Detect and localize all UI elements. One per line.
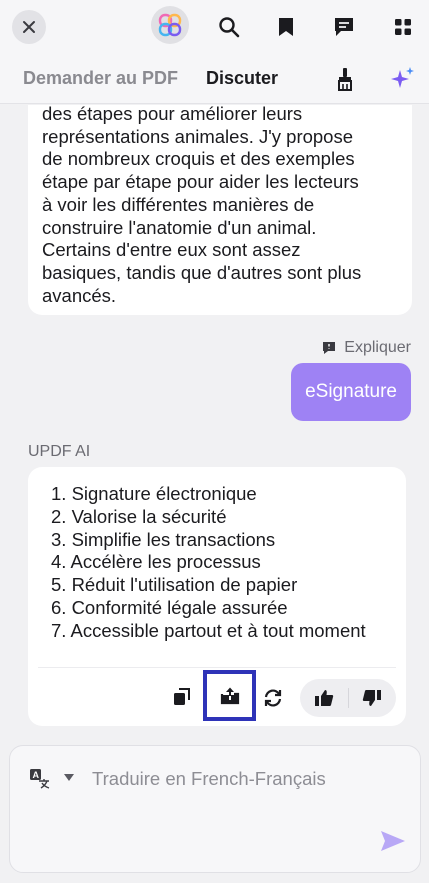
brush-icon[interactable] [330,64,360,94]
tab-chat[interactable]: Discuter [206,68,278,89]
explain-button[interactable]: Expliquer [322,337,411,359]
explain-icon [323,342,336,354]
comment-icon[interactable] [329,12,359,42]
rating-separator [348,688,349,708]
card-divider [38,667,396,668]
close-icon[interactable] [12,10,46,44]
explain-label: Expliquer [344,339,411,356]
bookmark-icon[interactable] [272,12,300,42]
prompt-input[interactable] [92,764,392,794]
export-icon[interactable] [203,670,256,721]
thumbs-up-icon[interactable] [312,686,336,710]
previous-answer-text: des étapes pour améliorer leurs représen… [42,105,402,307]
sparkle-icon[interactable] [388,64,418,94]
translate-icon[interactable]: A [29,768,51,790]
answer-line: étape par étape pour aider les lecteurs [42,171,359,193]
list-item: 6. Conformité légale assurée [51,596,288,618]
ai-answer-list: 1. Signature électronique 2. Valorise la… [51,483,401,643]
previous-answer-card: des étapes pour améliorer leurs représen… [28,105,412,315]
thumbs-down-icon[interactable] [360,686,384,710]
grid-icon[interactable] [388,12,418,42]
chat-area[interactable]: des étapes pour améliorer leurs représen… [0,105,429,740]
ai-answer-card: 1. Signature électronique 2. Valorise la… [28,467,406,726]
updf-logo-icon[interactable] [151,6,189,44]
rating-group [300,679,396,717]
user-message-bubble: eSignature [291,363,411,421]
answer-line: des étapes pour améliorer leurs [42,105,303,124]
refresh-icon[interactable] [260,685,286,711]
answer-line: à voir les différentes manières de [42,193,315,215]
copy-icon[interactable] [170,685,194,709]
tab-bar: Demander au PDF Discuter [0,54,429,104]
answer-line: Certains d'entre eux sont assez [42,239,301,261]
answer-line: de nombreux croquis et des exemples [42,148,355,170]
top-toolbar [0,0,429,54]
send-icon[interactable] [378,826,408,856]
list-item: 3. Simplifie les transactions [51,528,276,550]
list-item: 4. Accélère les processus [51,551,261,573]
ai-sender-label: UPDF AI [28,443,91,460]
list-item: 5. Réduit l'utilisation de papier [51,574,298,596]
caret-down-icon[interactable] [62,770,76,786]
answer-line: avancés. [42,284,117,306]
answer-line: construire l'anatomie d'un animal. [42,216,317,238]
list-item: 2. Valorise la sécurité [51,505,227,527]
tab-ask-pdf[interactable]: Demander au PDF [23,68,178,89]
list-item: 7. Accessible partout et à tout moment [51,619,366,641]
user-message-text: eSignature [305,381,397,402]
answer-line: représentations animales. J'y propose [42,125,354,147]
message-composer: A [9,745,421,873]
svg-text:A: A [33,770,40,780]
list-item: 1. Signature électronique [51,483,257,504]
answer-line: basiques, tandis que d'autres sont plus [42,261,362,283]
search-icon[interactable] [214,12,244,42]
